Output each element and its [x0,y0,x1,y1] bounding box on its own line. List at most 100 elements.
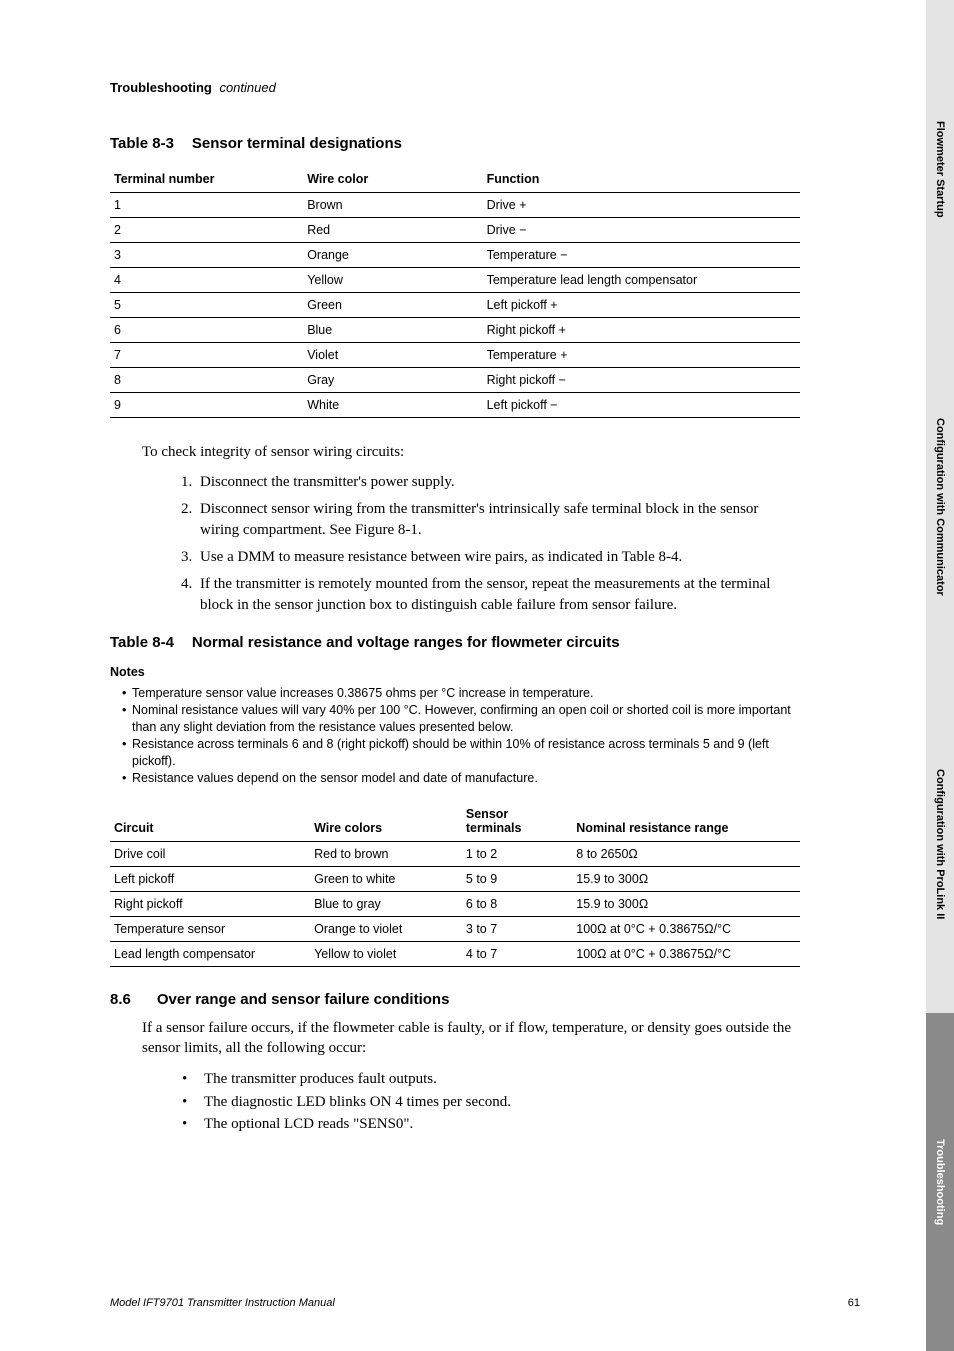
table-cell: Right pickoff − [483,368,800,393]
step-item: Use a DMM to measure resistance between … [196,547,800,568]
step-item: If the transmitter is remotely mounted f… [196,574,800,616]
note-item: Temperature sensor value increases 0.386… [122,685,800,702]
table-row: 2RedDrive − [110,218,800,243]
bullet-item: The diagnostic LED blinks ON 4 times per… [182,1091,800,1114]
table-cell: Orange [303,243,482,268]
table-row: 9WhiteLeft pickoff − [110,393,800,418]
table-cell: Blue to gray [310,891,462,916]
table-cell: 1 [110,193,303,218]
table-header-row: Circuit Wire colors Sensorterminals Nomi… [110,801,800,842]
table-row: 5GreenLeft pickoff + [110,293,800,318]
table-row: Right pickoffBlue to gray6 to 815.9 to 3… [110,891,800,916]
table-cell: Left pickoff − [483,393,800,418]
side-tab[interactable]: Configuration with ProLink II [926,676,954,1014]
table-cell: Drive − [483,218,800,243]
table-row: 7VioletTemperature + [110,343,800,368]
running-head-continued: continued [219,80,275,95]
col-circuit: Circuit [110,801,310,842]
table-cell: Red to brown [310,841,462,866]
side-tab[interactable]: Configuration with Communicator [926,338,954,676]
table-cell: Temperature − [483,243,800,268]
table-cell: 8 to 2650Ω [572,841,800,866]
table-cell: Left pickoff + [483,293,800,318]
table-cell: 6 [110,318,303,343]
steps-list: Disconnect the transmitter's power suppl… [196,472,800,616]
running-head: Troubleshooting continued [110,80,800,95]
intro-check-wiring: To check integrity of sensor wiring circ… [142,442,800,462]
note-item: Resistance across terminals 6 and 8 (rig… [122,736,800,770]
table-cell: 9 [110,393,303,418]
table-cell: 7 [110,343,303,368]
page-footer: Model IFT9701 Transmitter Instruction Ma… [110,1297,860,1309]
section-8-6-bullets: The transmitter produces fault outputs.T… [182,1068,800,1136]
notes-heading: Notes [110,665,800,679]
side-tabs: Flowmeter StartupConfiguration with Comm… [926,0,954,1351]
bullet-item: The transmitter produces fault outputs. [182,1068,800,1091]
table-header-row: Terminal number Wire color Function [110,166,800,193]
table-cell: 3 to 7 [462,916,572,941]
table-cell: 5 to 9 [462,866,572,891]
section-8-6-para: If a sensor failure occurs, if the flowm… [142,1018,800,1059]
section-number: 8.6 [110,991,131,1008]
table-row: Left pickoffGreen to white5 to 915.9 to … [110,866,800,891]
table-row: 3OrangeTemperature − [110,243,800,268]
col-nominal-resistance: Nominal resistance range [572,801,800,842]
table-cell: Lead length compensator [110,941,310,966]
table-cell: Gray [303,368,482,393]
table-row: 6BlueRight pickoff + [110,318,800,343]
table-8-4-title: Normal resistance and voltage ranges for… [192,634,620,651]
table-cell: 100Ω at 0°C + 0.38675Ω/°C [572,916,800,941]
table-cell: 15.9 to 300Ω [572,866,800,891]
table-8-4-number: Table 8-4 [110,634,174,651]
table-cell: Violet [303,343,482,368]
table-cell: Red [303,218,482,243]
table-cell: Drive + [483,193,800,218]
step-item: Disconnect sensor wiring from the transm… [196,499,800,541]
step-item: Disconnect the transmitter's power suppl… [196,472,800,493]
table-cell: Brown [303,193,482,218]
col-sensor-terminals: Sensorterminals [462,801,572,842]
table-8-3-number: Table 8-3 [110,135,174,152]
side-tab[interactable]: Flowmeter Startup [926,0,954,338]
table-cell: 4 [110,268,303,293]
table-cell: 5 [110,293,303,318]
table-8-3: Terminal number Wire color Function 1Bro… [110,166,800,418]
side-tab[interactable]: Troubleshooting [926,1013,954,1351]
table-cell: Yellow [303,268,482,293]
footer-page-number: 61 [848,1297,860,1309]
table-8-3-caption: Table 8-3 Sensor terminal designations [110,135,800,152]
table-cell: Left pickoff [110,866,310,891]
table-cell: Green to white [310,866,462,891]
notes-list: Temperature sensor value increases 0.386… [122,685,800,786]
table-cell: Temperature + [483,343,800,368]
section-title: Over range and sensor failure conditions [157,991,450,1008]
table-row: Lead length compensatorYellow to violet4… [110,941,800,966]
table-cell: Green [303,293,482,318]
col-function: Function [483,166,800,193]
section-8-6-heading: 8.6 Over range and sensor failure conditi… [110,991,800,1008]
footer-manual-title: Model IFT9701 Transmitter Instruction Ma… [110,1297,335,1309]
table-cell: 100Ω at 0°C + 0.38675Ω/°C [572,941,800,966]
table-row: 8GrayRight pickoff − [110,368,800,393]
table-cell: Blue [303,318,482,343]
col-wire-colors: Wire colors [310,801,462,842]
table-cell: 1 to 2 [462,841,572,866]
table-8-3-title: Sensor terminal designations [192,135,402,152]
table-8-4: Circuit Wire colors Sensorterminals Nomi… [110,801,800,967]
running-head-title: Troubleshooting [110,80,212,95]
table-cell: 3 [110,243,303,268]
table-cell: 8 [110,368,303,393]
table-cell: Drive coil [110,841,310,866]
table-cell: Right pickoff [110,891,310,916]
table-cell: 6 to 8 [462,891,572,916]
table-cell: Temperature lead length compensator [483,268,800,293]
table-cell: Temperature sensor [110,916,310,941]
table-row: 1BrownDrive + [110,193,800,218]
table-cell: 4 to 7 [462,941,572,966]
col-wire-color: Wire color [303,166,482,193]
note-item: Resistance values depend on the sensor m… [122,770,800,787]
col-terminal-number: Terminal number [110,166,303,193]
table-row: Temperature sensorOrange to violet3 to 7… [110,916,800,941]
table-cell: White [303,393,482,418]
note-item: Nominal resistance values will vary 40% … [122,702,800,736]
